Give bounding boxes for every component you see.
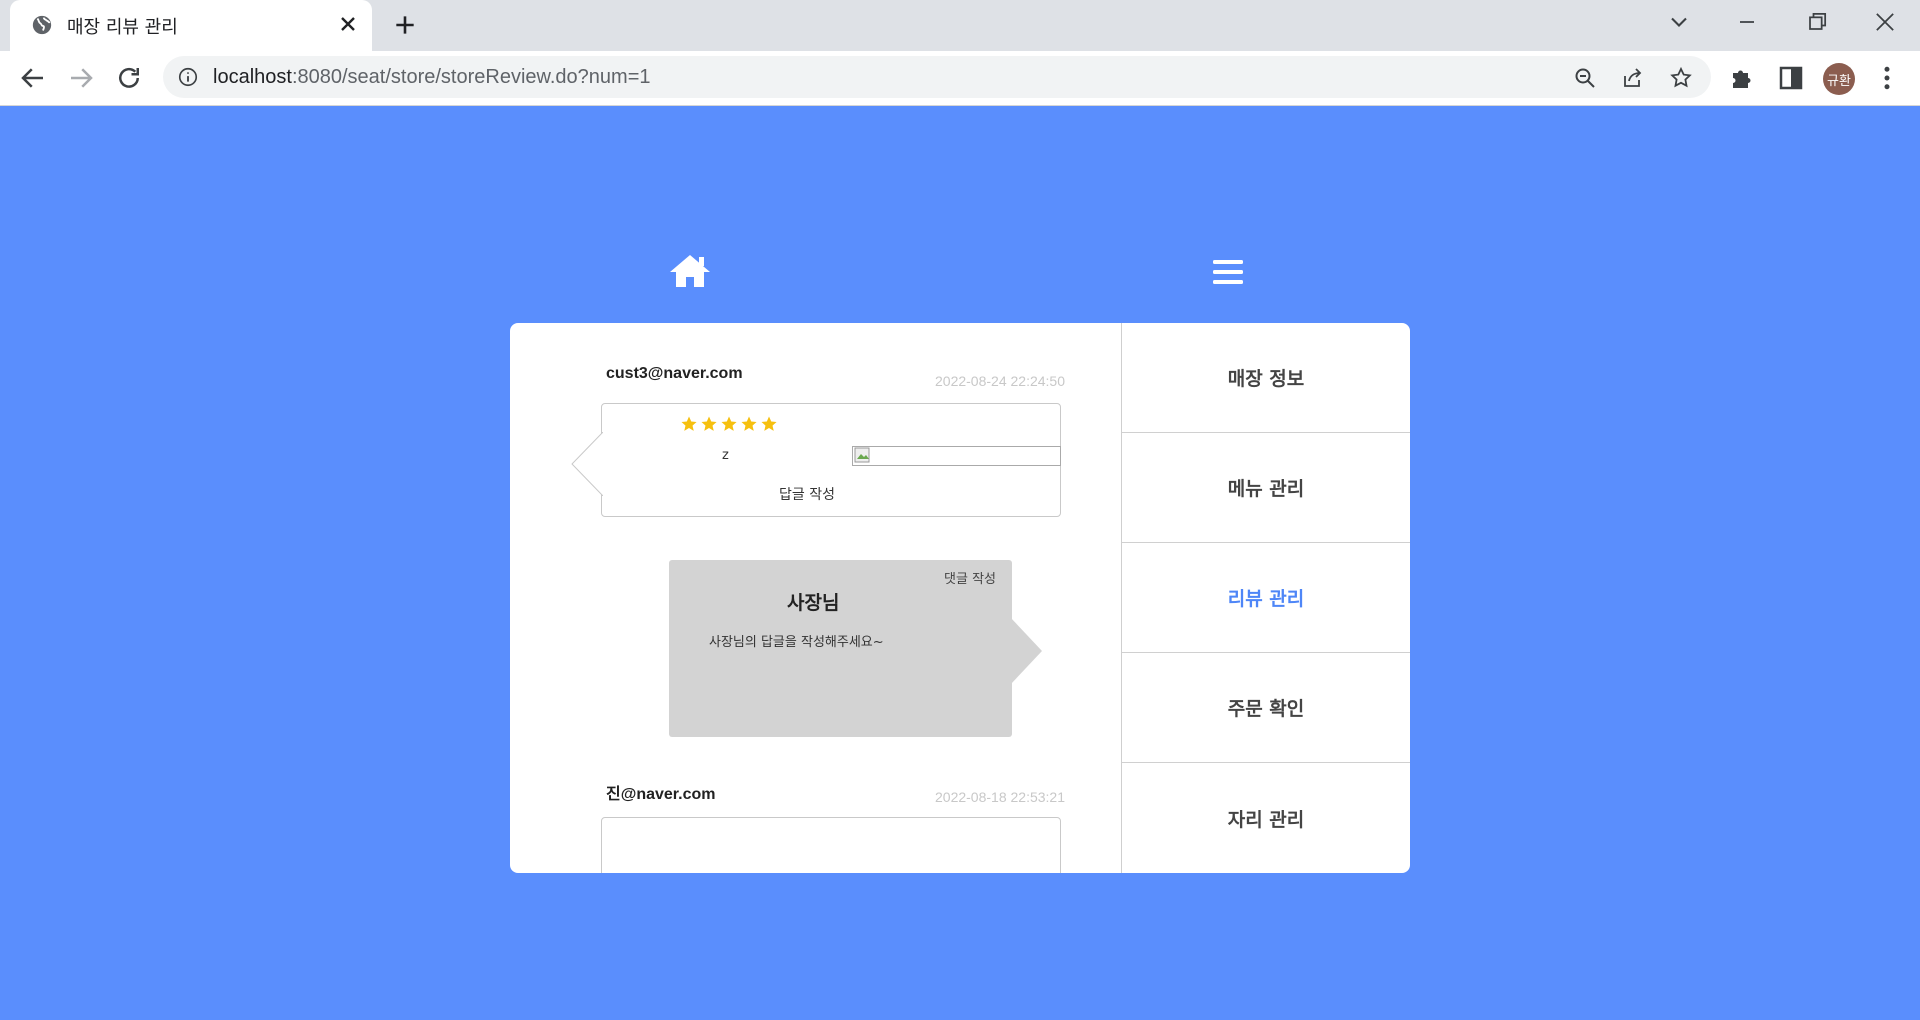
- owner-box-pointer: [1011, 618, 1042, 684]
- address-bar[interactable]: localhost:8080/seat/store/storeReview.do…: [163, 56, 1711, 98]
- side-menu-store-info[interactable]: 매장 정보: [1122, 323, 1410, 433]
- restore-icon[interactable]: [1803, 8, 1831, 36]
- url-text[interactable]: localhost:8080/seat/store/storeReview.do…: [213, 66, 651, 89]
- globe-icon: [32, 15, 52, 35]
- tab-title: 매장 리뷰 관리: [67, 17, 178, 38]
- profile-avatar[interactable]: 규환: [1823, 63, 1855, 95]
- back-arrow-icon[interactable]: [18, 63, 48, 93]
- close-tab-icon[interactable]: [336, 12, 360, 36]
- side-menu-menu-manage[interactable]: 메뉴 관리: [1122, 433, 1410, 543]
- owner-reply-box: 댓글 작성 사장님 사장님의 답글을 작성해주세요~: [669, 560, 1042, 737]
- review-author: 진@naver.com: [606, 786, 716, 803]
- browser-tab[interactable]: 매장 리뷰 관리: [10, 0, 372, 51]
- url-path: :8080/seat/store/storeReview.do?num=1: [291, 66, 651, 88]
- tab-search-chevron-icon[interactable]: [1665, 8, 1693, 36]
- browser-tab-strip: 매장 리뷰 관리: [0, 0, 1920, 51]
- review-date: 2022-08-18 22:53:21: [935, 789, 1065, 805]
- review-image-placeholder: [852, 446, 1061, 466]
- url-host: localhost: [213, 66, 292, 88]
- reload-icon[interactable]: [114, 63, 144, 93]
- write-comment-button[interactable]: 댓글 작성: [944, 568, 996, 587]
- reply-button[interactable]: 답글 작성: [602, 484, 1012, 504]
- side-menu-seat-manage[interactable]: 자리 관리: [1122, 763, 1410, 873]
- star-icon: [741, 416, 757, 431]
- star-icon: [681, 416, 697, 431]
- browser-toolbar: localhost:8080/seat/store/storeReview.do…: [0, 51, 1920, 106]
- star-icon: [701, 416, 717, 431]
- broken-image-icon: [854, 447, 870, 463]
- star-icon: [721, 416, 737, 431]
- minimize-icon[interactable]: [1733, 8, 1761, 36]
- more-menu-icon[interactable]: [1872, 63, 1902, 93]
- review-date: 2022-08-24 22:24:50: [935, 373, 1065, 389]
- review-bubble: [601, 817, 1061, 873]
- forward-arrow-icon[interactable]: [66, 63, 96, 93]
- owner-reply-title: 사장님: [787, 592, 840, 614]
- home-icon[interactable]: [669, 253, 711, 289]
- bubble-pointer: [571, 432, 603, 496]
- review-list[interactable]: cust3@naver.com 2022-08-24 22:24:50 z 답글…: [510, 323, 1122, 873]
- side-menu-order-check[interactable]: 주문 확인: [1122, 653, 1410, 763]
- close-window-icon[interactable]: [1871, 8, 1899, 36]
- side-panel-icon[interactable]: [1776, 63, 1806, 93]
- hamburger-menu-icon[interactable]: [1212, 258, 1244, 286]
- side-menu: 매장 정보 메뉴 관리 리뷰 관리 주문 확인 자리 관리: [1121, 323, 1410, 873]
- side-menu-review-manage[interactable]: 리뷰 관리: [1122, 543, 1410, 653]
- review-bubble: z 답글 작성: [571, 403, 1061, 517]
- extensions-puzzle-icon[interactable]: [1728, 63, 1758, 93]
- store-panel: cust3@naver.com 2022-08-24 22:24:50 z 답글…: [510, 323, 1410, 873]
- rating-stars: [680, 415, 778, 433]
- zoom-out-icon[interactable]: [1573, 66, 1597, 90]
- new-tab-icon[interactable]: [392, 12, 418, 38]
- share-icon[interactable]: [1621, 66, 1645, 90]
- bookmark-star-icon[interactable]: [1669, 66, 1693, 90]
- review-author: cust3@naver.com: [606, 365, 743, 382]
- review-text: z: [722, 448, 729, 463]
- site-info-icon[interactable]: [177, 66, 199, 88]
- owner-reply-text[interactable]: 사장님의 답글을 작성해주세요~: [709, 631, 884, 650]
- star-icon: [761, 416, 777, 431]
